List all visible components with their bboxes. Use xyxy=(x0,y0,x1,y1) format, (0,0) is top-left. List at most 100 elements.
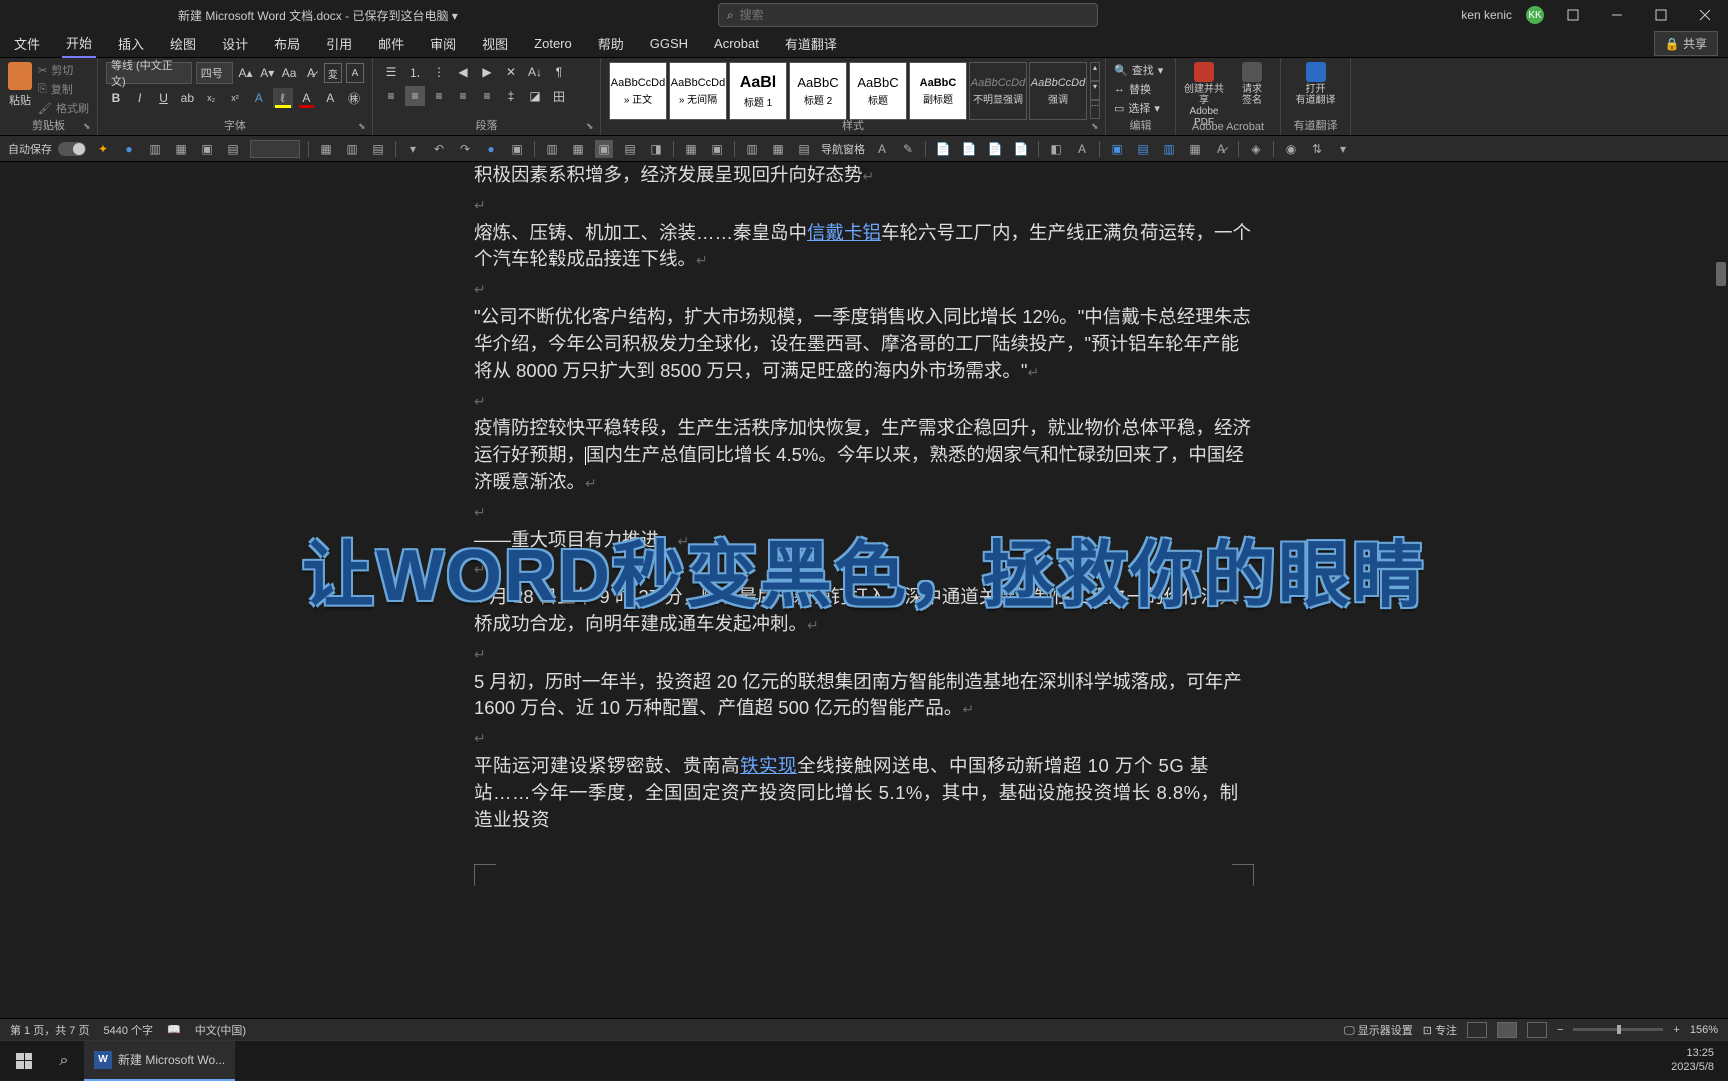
zoom-out-button[interactable]: − xyxy=(1557,1024,1563,1036)
qb-combo[interactable] xyxy=(250,140,300,158)
copy-button[interactable]: ⎘ 复制 xyxy=(38,81,89,97)
menu-layout[interactable]: 布局 xyxy=(270,30,304,57)
underline-button[interactable]: U xyxy=(154,88,174,108)
start-button[interactable] xyxy=(4,1041,44,1081)
menu-home[interactable]: 开始 xyxy=(62,29,96,58)
autosave-toggle[interactable]: 自动保存 xyxy=(8,141,86,157)
zoom-slider[interactable] xyxy=(1573,1028,1663,1031)
justify-button[interactable]: ≡ xyxy=(453,86,473,106)
replace-button[interactable]: ↔ 替换 xyxy=(1114,81,1167,97)
enclose-characters-button[interactable]: ㊑ xyxy=(344,88,364,108)
zoom-level[interactable]: 156% xyxy=(1690,1024,1718,1036)
qb-icon-9[interactable]: ▤ xyxy=(369,140,387,158)
subscript-button[interactable]: x₂ xyxy=(201,88,221,108)
clear-format-button[interactable]: A̷ xyxy=(302,63,320,83)
request-sign-button[interactable]: 请求 签名 xyxy=(1232,62,1272,128)
style-subtitle[interactable]: AaBbC副标题 xyxy=(909,62,967,120)
increase-indent-button[interactable]: ▶ xyxy=(477,62,497,82)
grow-font-button[interactable]: A▴ xyxy=(237,63,255,83)
scrollbar-thumb[interactable] xyxy=(1716,262,1726,286)
minimize-button[interactable] xyxy=(1602,3,1632,27)
multilevel-button[interactable]: ⋮ xyxy=(429,62,449,82)
format-painter-button[interactable]: 🖌 格式刷 xyxy=(38,100,89,116)
system-clock[interactable]: 13:25 2023/5/8 xyxy=(1671,1047,1714,1073)
qb-icon-27[interactable]: 📄 xyxy=(934,140,952,158)
qb-icon-22[interactable]: ▦ xyxy=(769,140,787,158)
create-pdf-button[interactable]: 创建并共享 Adobe PDF xyxy=(1184,62,1224,128)
paste-button[interactable]: 粘贴 xyxy=(8,62,32,116)
qb-icon-12[interactable]: ● xyxy=(482,140,500,158)
qb-icon-35[interactable]: ▥ xyxy=(1160,140,1178,158)
qb-icon-31[interactable]: ◧ xyxy=(1047,140,1065,158)
vertical-scrollbar[interactable] xyxy=(1714,162,1728,1018)
qb-icon-20[interactable]: ▣ xyxy=(708,140,726,158)
qb-icon-39[interactable]: ◉ xyxy=(1282,140,1300,158)
find-button[interactable]: 🔍 查找 ▾ xyxy=(1114,62,1167,78)
qb-icon-34[interactable]: ▤ xyxy=(1134,140,1152,158)
zoom-in-button[interactable]: + xyxy=(1673,1024,1679,1036)
style-nospacing[interactable]: AaBbCcDd» 无间隔 xyxy=(669,62,727,120)
qb-icon-37[interactable]: A̷ xyxy=(1212,140,1230,158)
qb-icon-8[interactable]: ▥ xyxy=(343,140,361,158)
web-layout-button[interactable] xyxy=(1527,1022,1547,1038)
character-shading-button[interactable]: A xyxy=(320,88,340,108)
maximize-button[interactable] xyxy=(1646,3,1676,27)
qb-icon-15[interactable]: ▦ xyxy=(569,140,587,158)
qb-icon-33[interactable]: ▣ xyxy=(1108,140,1126,158)
cut-button[interactable]: ✂ 剪切 xyxy=(38,62,89,78)
styles-down[interactable]: ▾ xyxy=(1090,81,1100,100)
qb-icon-3[interactable]: ▥ xyxy=(146,140,164,158)
language-status[interactable]: 中文(中国) xyxy=(195,1022,246,1038)
qb-icon-13[interactable]: ▣ xyxy=(508,140,526,158)
menu-view[interactable]: 视图 xyxy=(478,30,512,57)
menu-ggsh[interactable]: GGSH xyxy=(646,32,692,55)
search-input[interactable] xyxy=(740,8,1089,22)
qb-icon-36[interactable]: ▦ xyxy=(1186,140,1204,158)
search-box[interactable]: ⌕ xyxy=(718,3,1098,27)
menu-design[interactable]: 设计 xyxy=(218,30,252,57)
print-layout-button[interactable] xyxy=(1497,1022,1517,1038)
clipboard-launcher[interactable]: ⬊ xyxy=(83,121,93,131)
style-normal[interactable]: AaBbCcDd» 正文 xyxy=(609,62,667,120)
menu-draw[interactable]: 绘图 xyxy=(166,30,200,57)
qb-icon-2[interactable]: ● xyxy=(120,140,138,158)
style-emphasis[interactable]: AaBbCcDd强调 xyxy=(1029,62,1087,120)
spell-check-icon[interactable]: 📖 xyxy=(167,1023,181,1036)
youdao-open-button[interactable]: 打开 有道翻译 xyxy=(1289,62,1342,106)
qb-icon-19[interactable]: ▦ xyxy=(682,140,700,158)
share-button[interactable]: 🔒 共享 xyxy=(1654,31,1718,56)
qb-undo[interactable]: ↶ xyxy=(430,140,448,158)
asian-layout-button[interactable]: ✕ xyxy=(501,62,521,82)
qb-icon-25[interactable]: A xyxy=(873,140,891,158)
line-spacing-button[interactable]: ‡ xyxy=(501,86,521,106)
close-button[interactable] xyxy=(1690,3,1720,27)
menu-youdao[interactable]: 有道翻译 xyxy=(781,30,841,57)
superscript-button[interactable]: x² xyxy=(225,88,245,108)
menu-mailings[interactable]: 邮件 xyxy=(374,30,408,57)
ribbon-display-options[interactable] xyxy=(1558,3,1588,27)
qb-table-icon[interactable]: ▦ xyxy=(317,140,335,158)
styles-up[interactable]: ▴ xyxy=(1090,62,1100,81)
style-subtle-emphasis[interactable]: AaBbCcDd不明显强调 xyxy=(969,62,1027,120)
phonetic-guide-button[interactable]: 変 xyxy=(324,63,342,83)
decrease-indent-button[interactable]: ◀ xyxy=(453,62,473,82)
search-task-button[interactable]: ⌕ xyxy=(44,1041,84,1081)
qb-more[interactable]: ▾ xyxy=(1334,140,1352,158)
style-heading2[interactable]: AaBbC标题 2 xyxy=(789,62,847,120)
menu-file[interactable]: 文件 xyxy=(10,30,44,57)
font-color-button[interactable]: A xyxy=(297,88,317,108)
font-size-select[interactable]: 四号 xyxy=(196,62,233,84)
display-settings[interactable]: 🖵 显示器设置 xyxy=(1344,1022,1413,1038)
strikethrough-button[interactable]: ab xyxy=(177,88,197,108)
font-name-select[interactable]: 等线 (中文正文) xyxy=(106,62,192,84)
qb-icon-6[interactable]: ▤ xyxy=(224,140,242,158)
bullets-button[interactable]: ☰ xyxy=(381,62,401,82)
align-center-button[interactable]: ≡ xyxy=(405,86,425,106)
menu-review[interactable]: 审阅 xyxy=(426,30,460,57)
qb-icon-30[interactable]: 📄 xyxy=(1012,140,1030,158)
styles-launcher[interactable]: ⬊ xyxy=(1091,121,1101,131)
qb-icon-1[interactable]: ✦ xyxy=(94,140,112,158)
qb-icon-32[interactable]: A xyxy=(1073,140,1091,158)
menu-insert[interactable]: 插入 xyxy=(114,30,148,57)
qb-icon-23[interactable]: ▤ xyxy=(795,140,813,158)
